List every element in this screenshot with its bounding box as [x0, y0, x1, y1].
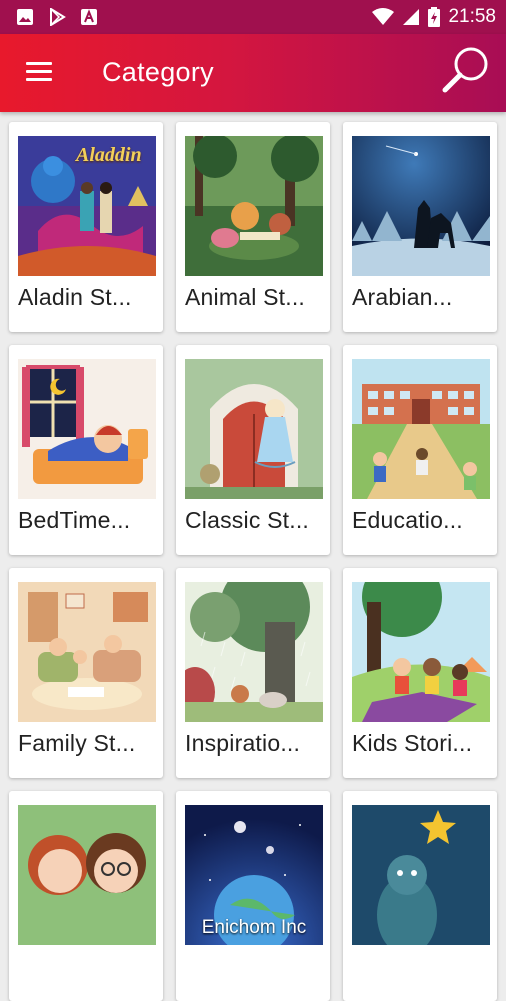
category-thumbnail — [18, 805, 156, 945]
category-card-arabian[interactable]: Arabian... — [343, 122, 497, 332]
category-card-inspiration[interactable]: Inspiratio... — [176, 568, 330, 778]
status-bar: 21:58 — [0, 0, 506, 34]
category-thumbnail — [185, 582, 323, 722]
app-bar: Category — [0, 34, 506, 112]
status-time: 21:58 — [448, 6, 496, 27]
category-label: BedTime... — [18, 507, 131, 533]
category-label: Inspiratio... — [185, 730, 301, 756]
category-card-aladin[interactable]: Aladdin Aladin St... — [9, 122, 163, 332]
category-card-space[interactable]: Enichom Inc — [176, 791, 330, 1001]
category-label: Kids Stori... — [352, 730, 473, 756]
category-label: Educatio... — [352, 507, 463, 533]
signal-icon — [403, 9, 420, 25]
category-thumbnail — [18, 359, 156, 499]
cover-title: Aladdin — [76, 144, 142, 166]
category-thumbnail — [185, 136, 323, 276]
image-icon — [17, 9, 33, 25]
category-label: Aladin St... — [18, 284, 132, 310]
category-label: Arabian... — [352, 284, 453, 310]
category-card-education[interactable]: Educatio... — [343, 345, 497, 555]
category-thumbnail — [352, 136, 490, 276]
search-icon[interactable] — [438, 42, 494, 98]
menu-icon[interactable] — [20, 52, 60, 92]
watermark-text: Enichom Inc — [201, 917, 307, 938]
category-card-kids[interactable]: Kids Stori... — [343, 568, 497, 778]
wifi-icon — [372, 8, 395, 25]
category-thumbnail: Aladdin — [18, 136, 156, 276]
category-thumbnail — [18, 582, 156, 722]
category-grid: Aladdin Aladin St... Animal St... Arabia… — [0, 112, 506, 1001]
category-label: Animal St... — [185, 284, 305, 310]
app-notification-icon — [81, 9, 97, 25]
category-label: Classic St... — [185, 507, 310, 533]
category-label: Family St... — [18, 730, 136, 756]
category-card-couple[interactable] — [9, 791, 163, 1001]
category-card-family[interactable]: Family St... — [9, 568, 163, 778]
category-thumbnail — [352, 805, 490, 945]
category-card-bedtime[interactable]: BedTime... — [9, 345, 163, 555]
category-card-animal[interactable]: Animal St... — [176, 122, 330, 332]
category-thumbnail — [352, 582, 490, 722]
category-thumbnail — [352, 359, 490, 499]
battery-icon — [428, 7, 441, 27]
page-title: Category — [102, 57, 214, 87]
category-card-star[interactable] — [343, 791, 497, 1001]
category-thumbnail — [185, 359, 323, 499]
category-thumbnail: Enichom Inc — [185, 805, 323, 945]
category-card-classic[interactable]: Classic St... — [176, 345, 330, 555]
play-store-icon — [50, 8, 66, 26]
